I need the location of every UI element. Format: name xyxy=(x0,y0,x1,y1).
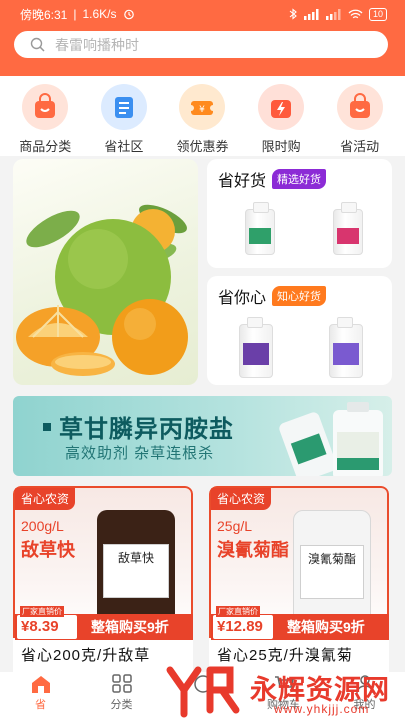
category-label: 领优惠券 xyxy=(176,139,229,154)
grid-icon xyxy=(111,674,132,693)
category-row: 商品分类 省社区 ¥ 领优惠券 限时购 省活动 xyxy=(0,76,405,156)
product-name: 敌草快 xyxy=(21,540,75,560)
category-coupons[interactable]: ¥ 领优惠券 xyxy=(167,84,237,156)
battery-indicator: 10 xyxy=(368,7,387,21)
discount-text: 整箱购买9折 xyxy=(287,619,365,635)
product-title: 省心200克/升敌草 xyxy=(21,647,151,664)
wifi-icon xyxy=(348,9,363,18)
category-goods[interactable]: 商品分类 xyxy=(10,84,80,156)
product-jar-image: 敌草快 xyxy=(97,510,175,620)
status-time: 傍晚6:31 xyxy=(20,7,68,22)
price-label: 厂家直销价 xyxy=(20,606,64,617)
search-input[interactable] xyxy=(55,36,335,53)
promo-card-title: 省你心 xyxy=(218,290,267,307)
nav-label: 分类 xyxy=(110,699,133,711)
banner-subtitle: 高效助剂 杂草连根杀 xyxy=(65,445,215,462)
category-label: 省活动 xyxy=(340,139,380,154)
price-bar: 厂家直销价 ¥8.39 整箱购买9折 xyxy=(15,606,193,640)
discount-text: 整箱购买9折 xyxy=(91,619,169,635)
brand-badge: 省心农资 xyxy=(15,488,76,510)
signal-2-icon xyxy=(325,8,341,20)
category-label: 限时购 xyxy=(261,139,301,154)
site-watermark: 永辉资源网 www.yhkjjj.com xyxy=(162,660,405,720)
product-name: 溴氰菊酯 xyxy=(217,540,289,560)
jar-label: 溴氰菊酯 xyxy=(300,545,364,599)
price-value: ¥12.89 xyxy=(217,618,263,635)
jar-label: 敌草快 xyxy=(103,544,169,598)
promo-card-heart[interactable]: 省你心 知心好货 xyxy=(207,276,392,385)
product-bottle-image xyxy=(245,202,275,255)
product-image: 省心农资 25g/L 溴氰菊酯 溴氰菊酯 厂家直销价 ¥12.89 整箱购买9折 xyxy=(209,486,389,640)
brand-badge: 省心农资 xyxy=(211,488,272,510)
bullet-square-icon xyxy=(43,422,51,431)
signal-icon xyxy=(303,8,319,20)
lightning-icon xyxy=(258,84,305,130)
watermark-url: www.yhkjjj.com xyxy=(274,702,370,716)
promo-card-title: 省好货 xyxy=(218,173,267,190)
header: 傍晚6:31 | 1.6K/s 10 xyxy=(0,0,405,76)
search-icon xyxy=(30,37,45,52)
network-speed: 1.6K/s xyxy=(82,7,117,21)
citrus-illustration xyxy=(16,204,188,376)
price-bar: 厂家直销价 ¥12.89 整箱购买9折 xyxy=(211,606,389,640)
nav-category[interactable]: 分类 xyxy=(92,672,152,720)
product-spec: 200g/L xyxy=(21,518,64,534)
product-bottle-image xyxy=(333,202,363,255)
search-bar[interactable] xyxy=(14,31,388,58)
bluetooth-icon xyxy=(289,8,297,20)
banner-bottles-image xyxy=(279,402,383,476)
product-jar-image: 溴氰菊酯 xyxy=(293,510,371,620)
watermark-logo-icon xyxy=(166,666,240,718)
coupon-icon: ¥ xyxy=(179,84,226,130)
document-icon xyxy=(100,84,147,130)
product-bottle-image xyxy=(239,317,273,378)
status-bar: 傍晚6:31 | 1.6K/s 10 xyxy=(0,0,405,28)
product-image: 省心农资 200g/L 敌草快 敌草快 厂家直销价 ¥8.39 整箱购买9折 xyxy=(13,486,193,640)
promo-tag: 精选好货 xyxy=(272,169,327,189)
shopping-bag-icon xyxy=(22,84,69,130)
price-label: 厂家直销价 xyxy=(216,606,260,617)
category-flash-sale[interactable]: 限时购 xyxy=(246,84,316,156)
featured-fruit-image[interactable] xyxy=(13,159,198,385)
product-bottle-image xyxy=(329,317,363,378)
category-label: 商品分类 xyxy=(19,139,72,154)
home-icon xyxy=(31,676,50,693)
promo-banner[interactable]: 草甘膦异丙胺盐 高效助剂 杂草连根杀 xyxy=(13,396,392,476)
category-community[interactable]: 省社区 xyxy=(89,84,159,156)
product-spec: 25g/L xyxy=(217,518,253,534)
svg-text:¥: ¥ xyxy=(200,105,206,115)
promo-card-good[interactable]: 省好货 精选好货 xyxy=(207,159,392,268)
promo-tag: 知心好货 xyxy=(272,286,327,306)
nav-label: 省 xyxy=(35,699,46,711)
category-label: 省社区 xyxy=(104,139,144,154)
banner-headline: 草甘膦异丙胺盐 xyxy=(59,416,234,443)
gift-bag-icon xyxy=(336,84,383,130)
alarm-icon xyxy=(123,9,134,20)
category-activity[interactable]: 省活动 xyxy=(325,84,395,156)
price-value: ¥8.39 xyxy=(21,618,59,635)
nav-home[interactable]: 省 xyxy=(11,672,71,720)
